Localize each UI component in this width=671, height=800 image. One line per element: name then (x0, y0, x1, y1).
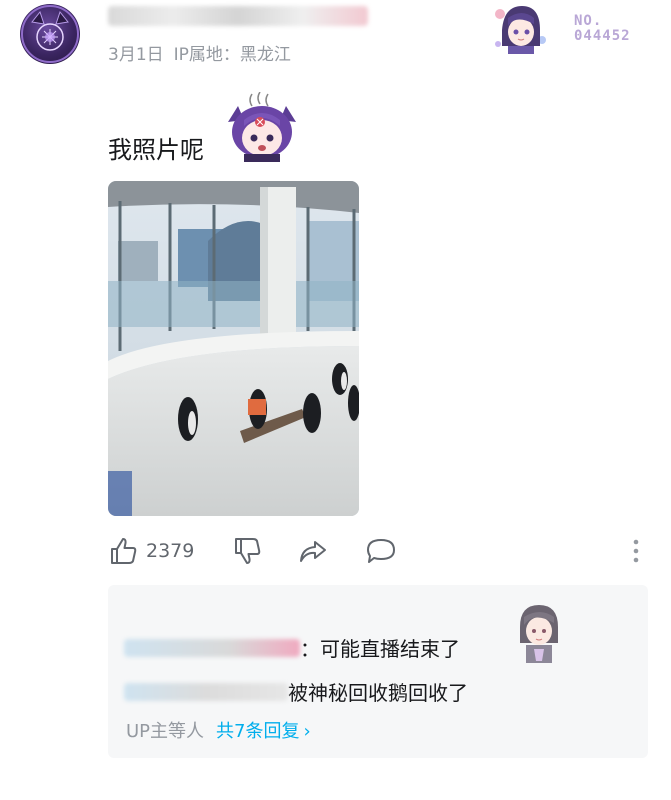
reply-item[interactable]: 被神秘回收鹅回收了 (124, 677, 468, 706)
reply-item[interactable]: ：可能直播结束了 (124, 633, 460, 662)
reply-username-obscured[interactable] (124, 638, 300, 657)
reply-username-obscured[interactable] (124, 682, 288, 701)
reply-sticker-icon (520, 605, 558, 663)
replies-box[interactable]: ：可能直播结束了 被神秘回收鹅回收了 UP主等人 共7条回复 › (108, 585, 648, 758)
reply-text: 被神秘回收鹅回收了 (288, 681, 468, 705)
like-icon (111, 538, 137, 564)
comment-text: 我照片呢 (108, 136, 204, 164)
reply-count-link[interactable]: 共7条回复 (216, 721, 299, 742)
ip-location: IP属地：黑龙江 (173, 45, 291, 65)
dislike-icon (235, 538, 261, 564)
view-all-replies[interactable]: UP主等人 共7条回复 › (126, 717, 311, 743)
comment-photo[interactable] (108, 181, 359, 516)
share-button[interactable] (298, 536, 328, 566)
comment-meta: 3月1日 IP属地：黑龙江 (108, 40, 301, 65)
up-replied-label: UP主等人 (126, 721, 205, 742)
comment-actions: 2379 (108, 536, 648, 566)
badge-number-value: 044452 (574, 28, 631, 44)
user-avatar[interactable] (20, 4, 80, 64)
badge-character-icon (495, 6, 546, 54)
share-icon (300, 541, 326, 562)
username-obscured[interactable] (108, 6, 368, 26)
dislike-button[interactable] (232, 536, 262, 566)
more-vertical-icon[interactable] (626, 538, 646, 564)
fan-badge[interactable]: NO. 044452 (486, 0, 656, 60)
chevron-right-icon: › (303, 721, 311, 742)
reply-icon (367, 539, 395, 563)
reply-text: ：可能直播结束了 (300, 637, 460, 661)
comment-date: 3月1日 (108, 45, 164, 65)
like-count: 2379 (146, 540, 195, 562)
emoji-sticker-icon (228, 92, 296, 162)
reply-button[interactable] (366, 536, 396, 566)
badge-number: NO. 044452 (574, 14, 631, 44)
badge-number-prefix: NO. (574, 13, 603, 29)
like-button[interactable]: 2379 (108, 536, 194, 566)
